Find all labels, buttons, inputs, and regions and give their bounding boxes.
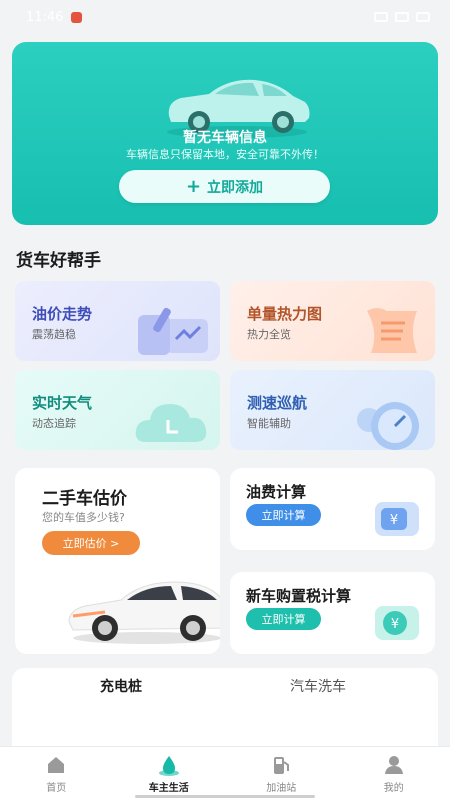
empty-vehicle-subtitle: 车辆信息只保留本地，安全可靠不外传！	[126, 148, 324, 161]
tab-gas-station[interactable]: 加油站	[225, 747, 338, 800]
speedometer-icon	[357, 402, 419, 450]
tile-title: 单量热力图	[247, 305, 323, 323]
fuel-cost-card[interactable]: 油费计算 立即计算 ¥	[230, 468, 435, 550]
document-icon	[367, 308, 417, 353]
tab-home[interactable]: 首页	[0, 747, 113, 800]
estimate-now-button[interactable]: 立即估价 >	[42, 531, 140, 555]
svg-text:¥: ¥	[391, 617, 399, 632]
tab-car-life[interactable]: 车主生活	[113, 747, 226, 800]
tile-subtitle: 震荡趋稳	[32, 328, 76, 341]
card-title: 新车购置税计算	[246, 587, 352, 605]
wifi-icon	[395, 12, 409, 22]
calculate-now-button[interactable]: 立即计算	[246, 608, 321, 630]
section-title: 货车好帮手	[16, 251, 101, 271]
weather-tile[interactable]: 实时天气 动态追踪	[15, 370, 220, 450]
card-title: 二手车估价	[42, 489, 127, 509]
bottom-tab-bar: 首页 车主生活 加油站 我的	[0, 746, 450, 800]
card-title: 油费计算	[246, 483, 307, 501]
card-subtitle: 您的车值多少钱?	[42, 511, 125, 524]
tab-label: 车主生活	[148, 783, 189, 794]
tile-title: 油价走势	[32, 305, 93, 323]
signal-icon	[374, 12, 388, 22]
calculate-now-button[interactable]: 立即计算	[246, 504, 321, 526]
status-time: 11:46	[26, 9, 64, 25]
status-bar: 11:46	[0, 0, 450, 34]
tab-charging-station[interactable]: 充电桩	[100, 676, 142, 696]
svg-text:¥: ¥	[390, 513, 398, 528]
cloud-clock-icon	[135, 404, 207, 442]
heatmap-tile[interactable]: 单量热力图 热力全览	[230, 281, 435, 361]
plus-icon: +	[185, 175, 202, 197]
add-vehicle-label: 立即添加	[207, 179, 264, 196]
person-icon	[384, 756, 403, 774]
add-vehicle-button[interactable]: + 立即添加	[119, 170, 330, 203]
home-icon	[48, 757, 65, 773]
fuel-pump-icon	[274, 757, 290, 774]
tile-subtitle: 动态追踪	[32, 417, 76, 430]
tile-title: 实时天气	[32, 394, 93, 412]
tile-subtitle: 智能辅助	[247, 417, 291, 430]
services-panel: 充电桩 汽车洗车	[12, 668, 438, 758]
tab-label: 加油站	[266, 783, 297, 794]
tab-mine[interactable]: 我的	[338, 747, 450, 800]
tab-car-wash[interactable]: 汽车洗车	[290, 676, 346, 696]
price-chart-icon	[138, 307, 208, 355]
tile-subtitle: 热力全览	[247, 328, 291, 341]
battery-icon	[416, 12, 430, 22]
yen-wallet-icon: ¥	[375, 502, 419, 536]
used-car-valuation-card[interactable]: 二手车估价 您的车值多少钱? 立即估价 >	[15, 468, 220, 654]
vehicle-info-card: 暂无车辆信息 车辆信息只保留本地，安全可靠不外传！ + 立即添加	[12, 42, 438, 225]
tab-label: 我的	[383, 783, 404, 794]
empty-vehicle-title: 暂无车辆信息	[183, 130, 267, 146]
tab-label: 首页	[46, 783, 67, 794]
drop-icon	[158, 756, 179, 776]
yen-coin-icon: ¥	[375, 606, 419, 640]
speed-cruise-tile[interactable]: 测速巡航 智能辅助	[230, 370, 435, 450]
white-car-icon	[68, 581, 220, 644]
home-indicator	[135, 795, 315, 798]
notification-icon	[71, 11, 83, 23]
purchase-tax-card[interactable]: 新车购置税计算 立即计算 ¥	[230, 572, 435, 654]
oil-price-tile[interactable]: 油价走势 震荡趋稳	[15, 281, 220, 361]
tile-title: 测速巡航	[247, 394, 308, 412]
